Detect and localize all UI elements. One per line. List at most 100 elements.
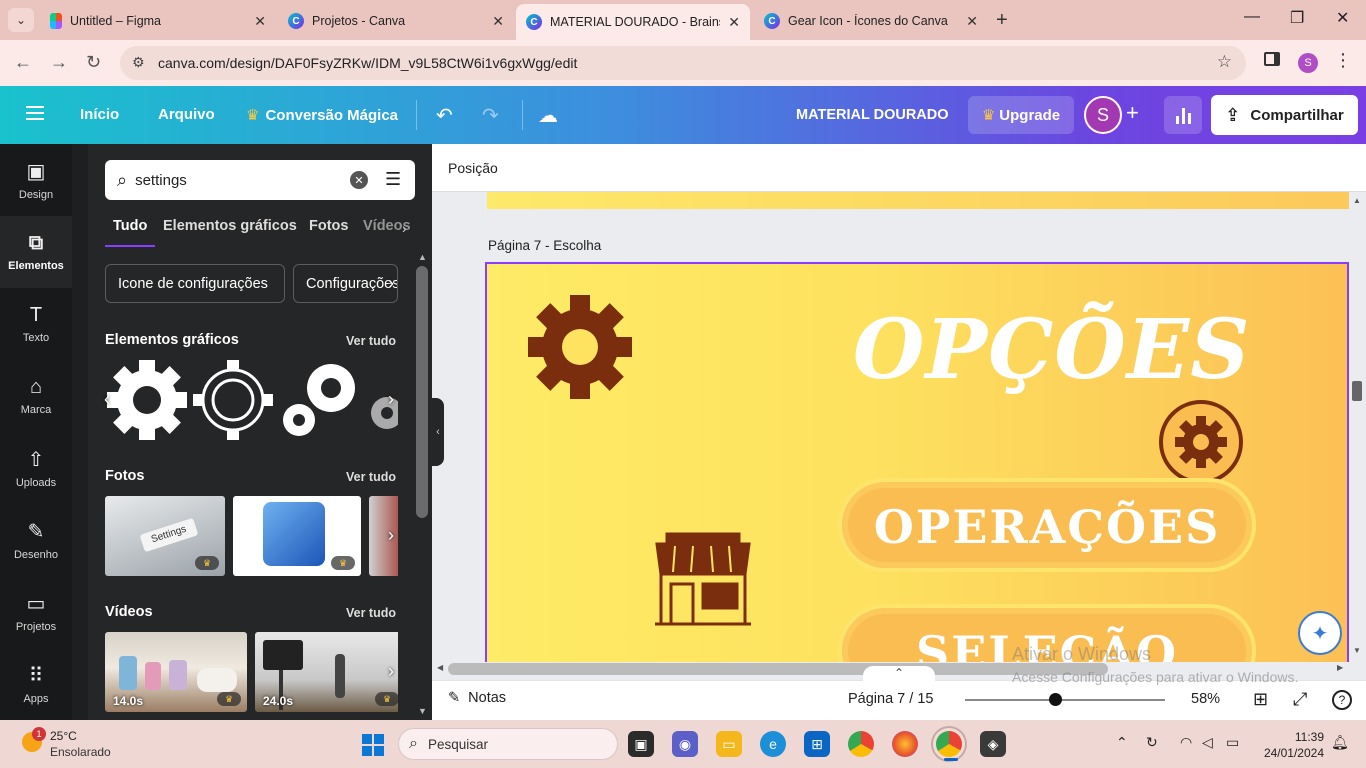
scroll-down-icon[interactable]: ▼ [418,706,427,716]
canvas-title[interactable]: OPÇÕES [853,302,1251,398]
chevron-right-icon[interactable]: › [388,661,394,682]
forward-button[interactable]: → [50,52,68,73]
tab-search-button[interactable]: ⌄ [8,8,34,32]
chevron-right-icon[interactable]: › [388,389,394,410]
chrome-profile-icon[interactable] [936,731,962,757]
zoom-level[interactable]: 58% [1191,691,1220,707]
see-all-photos[interactable]: Ver tudo [346,470,396,484]
add-collaborator-icon[interactable]: + [1126,100,1139,126]
zoom-slider[interactable] [965,699,1165,701]
suggestion-chip[interactable]: Configurações [293,264,398,303]
notifications-icon[interactable]: 🔔︎ [1331,734,1349,751]
volume-icon[interactable]: ◁ [1202,734,1213,751]
site-info-icon[interactable]: ⚙ [132,54,145,71]
bookmark-star-icon[interactable]: ☆ [1217,52,1232,72]
home-link[interactable]: Início [80,106,119,123]
cloud-saved-icon[interactable]: ☁ [538,103,558,128]
fullscreen-icon[interactable]: ⤢ [1293,689,1307,710]
help-icon[interactable]: ? [1332,690,1352,710]
zoom-slider-handle[interactable] [1049,693,1062,706]
canvas-scroll-thumb[interactable] [1352,381,1362,401]
windows-start-icon[interactable] [362,734,384,756]
design-canvas-page[interactable]: OPÇÕES OPERAÇÕES SELEÇÃO [485,262,1349,662]
browser-tab-figma[interactable]: Untitled – Figma ✕ [40,6,276,36]
chevron-right-icon[interactable]: › [402,220,407,236]
close-icon[interactable]: ✕ [728,14,740,31]
chevron-left-icon[interactable]: ‹ [104,389,110,410]
gear-outline-icon[interactable] [191,358,275,442]
canvas-vertical-scrollbar[interactable]: ▲ ▼ [1350,192,1364,660]
new-tab-button[interactable]: + [996,9,1008,32]
collapse-panel-button[interactable]: ‹ [432,398,444,466]
canvas-horizontal-scrollbar[interactable] [448,663,1108,675]
chevron-right-icon[interactable]: › [388,525,394,546]
position-button[interactable]: Posição [448,160,498,176]
wifi-icon[interactable]: ◠ [1180,734,1192,751]
gear-icon[interactable] [527,294,633,400]
option-operacoes[interactable]: OPERAÇÕES [838,478,1256,572]
see-all-graphics[interactable]: Ver tudo [346,334,396,348]
browser-tab-gear-icon[interactable]: C Gear Icon - Ícones do Canva ✕ [754,6,988,36]
file-explorer-icon[interactable]: ▭ [716,731,742,757]
rail-item-desenho[interactable]: ✎ Desenho [0,504,72,576]
document-title[interactable]: MATERIAL DOURADO [796,107,949,123]
previous-page-canvas[interactable] [487,192,1349,209]
firefox-icon[interactable] [892,731,918,757]
browser-menu-icon[interactable]: ⋮ [1334,50,1352,71]
see-all-videos[interactable]: Ver tudo [346,606,396,620]
close-icon[interactable]: ✕ [492,13,504,30]
close-icon[interactable]: ✕ [254,13,266,30]
scroll-up-icon[interactable]: ▲ [1353,196,1361,205]
user-avatar[interactable]: S [1084,96,1122,134]
store-icon[interactable] [653,532,753,628]
scroll-left-icon[interactable]: ◀ [437,663,443,672]
sync-icon[interactable]: ↻ [1146,734,1158,751]
menu-icon[interactable] [26,106,44,120]
scroll-right-icon[interactable]: ▶ [1337,663,1343,672]
edge-icon[interactable]: e [760,731,786,757]
taskbar-clock[interactable]: 11:39 24/01/2024 [1262,729,1324,761]
photo-thumbnail[interactable]: ♛ [233,496,361,576]
reload-button[interactable]: ↻ [86,52,101,73]
scroll-up-icon[interactable]: ▲ [418,252,427,262]
battery-icon[interactable]: ▭ [1226,734,1239,751]
rail-item-uploads[interactable]: ⇧ Uploads [0,432,72,504]
file-menu[interactable]: Arquivo [158,106,215,123]
teams-icon[interactable]: ◉ [672,731,698,757]
app-icon[interactable]: ◈ [980,731,1006,757]
page-label[interactable]: Página 7 - Escolha [488,238,601,253]
upgrade-button[interactable]: ♛ Upgrade [968,96,1074,134]
clear-search-icon[interactable]: ✕ [350,171,368,189]
weather-desc[interactable]: Ensolarado [50,745,111,759]
restore-button[interactable]: ❐ [1290,8,1304,28]
browser-tab-material-dourado[interactable]: C MATERIAL DOURADO - Brainsto ✕ [516,4,750,40]
tab-elementos-graficos[interactable]: Elementos gráficos [163,218,297,234]
tray-overflow-icon[interactable]: ⌃ [1116,734,1128,751]
side-panel-icon[interactable] [1264,52,1280,66]
video-thumbnail[interactable]: 24.0s ♛ [255,632,398,712]
tab-fotos[interactable]: Fotos [309,218,348,234]
filter-icon[interactable]: ☰ [385,169,401,190]
rail-item-design[interactable]: ▣ Design [0,144,72,216]
video-thumbnail[interactable]: 14.0s ♛ [105,632,247,712]
undo-icon[interactable]: ↶ [436,103,453,128]
notes-button[interactable]: ✎ Notas [448,690,506,706]
weather-temp[interactable]: 25°C [50,729,77,743]
magic-switch-button[interactable]: ♛ Conversão Mágica [246,106,398,124]
redo-icon[interactable]: ↷ [482,103,499,128]
scroll-down-icon[interactable]: ▼ [1353,646,1361,655]
gear-badge-icon[interactable] [1157,398,1245,486]
close-icon[interactable]: ✕ [966,13,978,30]
browser-tab-projetos[interactable]: C Projetos - Canva ✕ [278,6,514,36]
search-input[interactable] [135,171,336,189]
grid-view-icon[interactable]: ⊞ [1253,689,1268,710]
show-pages-button[interactable]: ⌃ [863,666,935,686]
rail-item-projetos[interactable]: ▭ Projetos [0,576,72,648]
rail-item-texto[interactable]: T Texto [0,288,72,360]
taskbar-search[interactable]: ⌕ Pesquisar [398,728,618,760]
rail-item-apps[interactable]: ⠿ Apps [0,648,72,720]
rail-item-elementos[interactable]: ⧉ Elementos [0,216,72,288]
chrome-icon[interactable] [848,731,874,757]
close-window-button[interactable]: ✕ [1336,8,1349,28]
url-bar[interactable]: ⚙ canva.com/design/DAF0FsyZRKw/IDM_v9L58… [120,46,1246,80]
